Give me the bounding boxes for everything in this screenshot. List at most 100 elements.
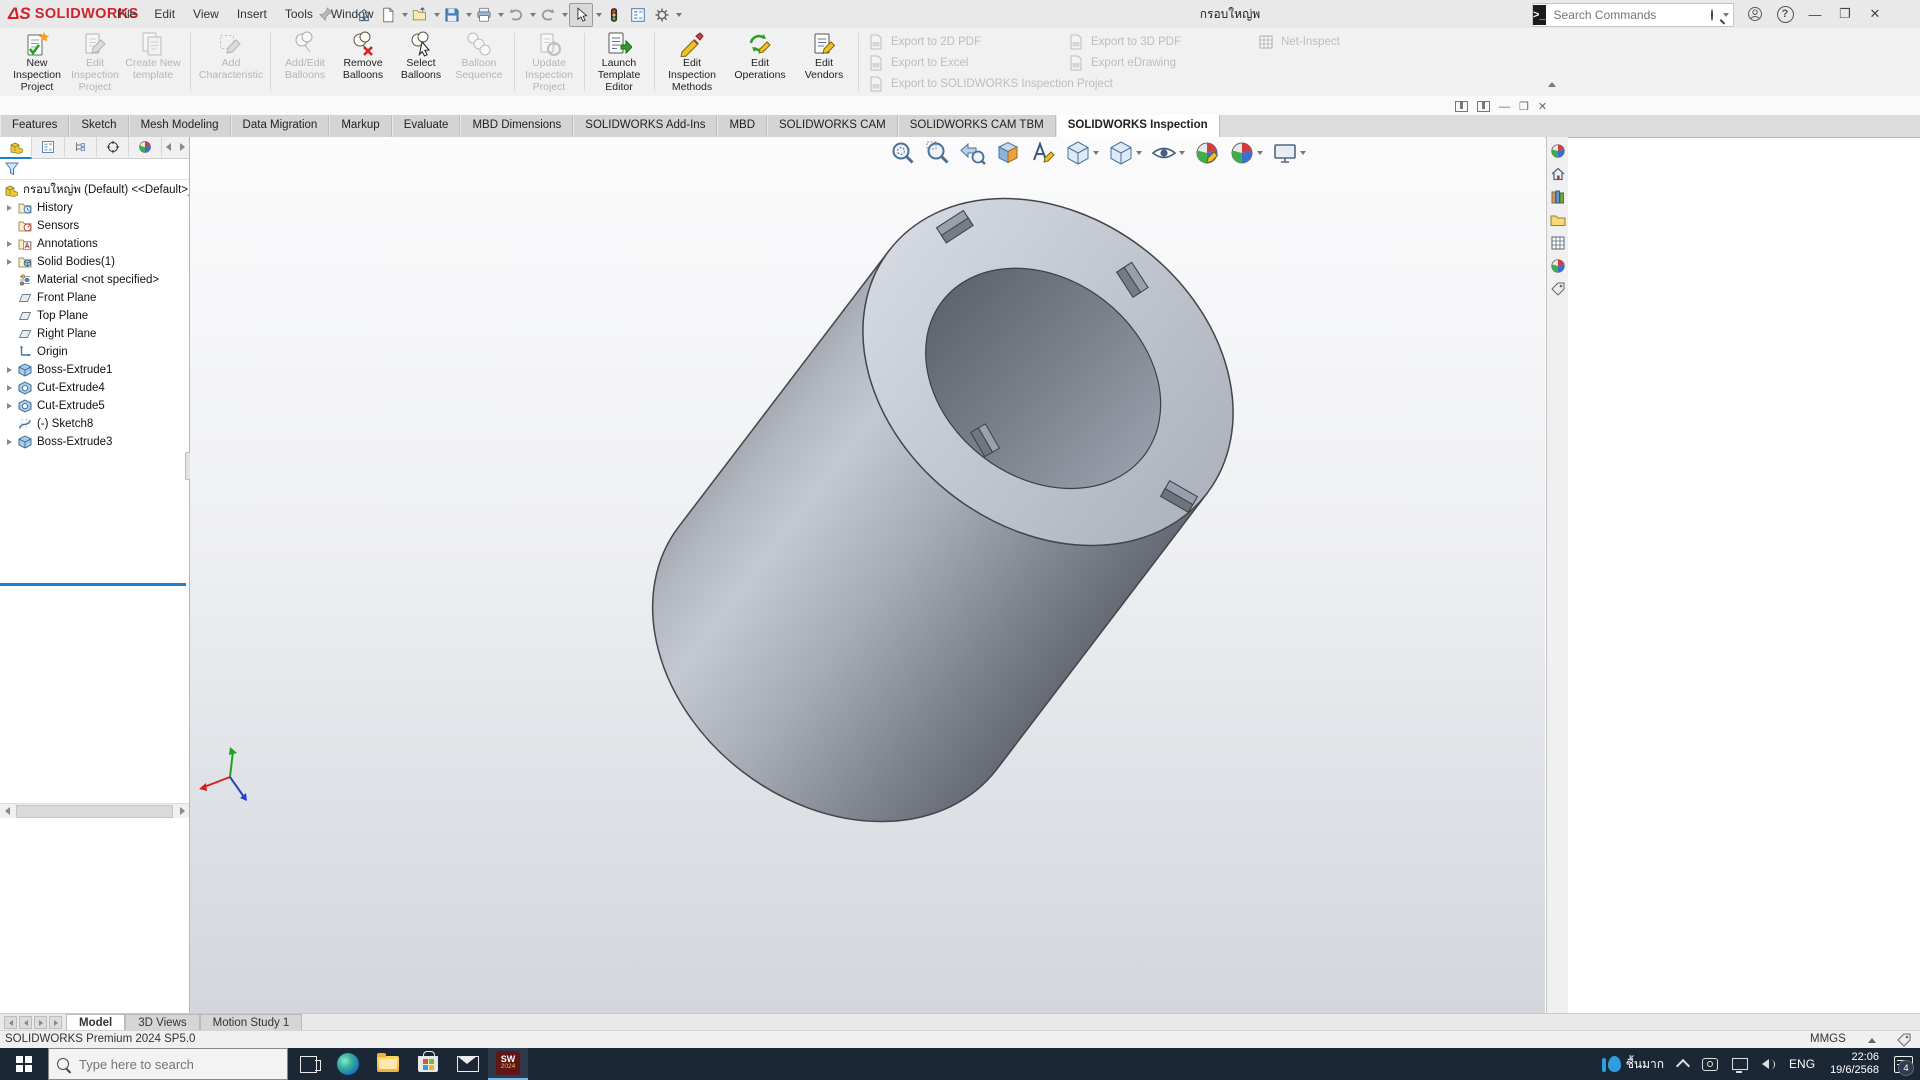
panel-tabs-scroll-left[interactable] (162, 137, 176, 157)
network-icon[interactable] (1725, 1048, 1755, 1080)
tree-item-solid-bodies[interactable]: Solid Bodies(1) (0, 253, 189, 271)
performance-traffic-light-icon[interactable] (603, 4, 625, 26)
propertymanager-tab[interactable] (32, 137, 64, 157)
select-balloons-button[interactable]: Select Balloons (392, 31, 450, 93)
edge-browser-icon[interactable] (328, 1048, 368, 1080)
search-commands-input[interactable] (1552, 7, 1711, 23)
tab-solidworks-inspection[interactable]: SOLIDWORKS Inspection (1056, 115, 1220, 137)
filter-funnel-icon[interactable] (4, 161, 20, 177)
dimxpertmanager-tab[interactable] (97, 137, 129, 157)
tree-item-annotations[interactable]: Annotations (0, 235, 189, 253)
new-inspection-project-button[interactable]: New Inspection Project (8, 31, 66, 93)
tree-item-sketch8[interactable]: (-) Sketch8 (0, 415, 189, 433)
pane-split-right-icon[interactable] (1477, 101, 1490, 112)
design-library-icon[interactable] (1550, 189, 1566, 205)
menu-edit[interactable]: Edit (145, 0, 184, 28)
new-document-button[interactable] (377, 4, 399, 26)
zoom-to-fit-icon[interactable] (890, 140, 916, 166)
tree-item-cut-extrude5[interactable]: Cut-Extrude5 (0, 397, 189, 415)
print-button[interactable] (473, 4, 495, 26)
expand-arrow[interactable] (7, 259, 12, 265)
tab-solidworks-cam-tbm[interactable]: SOLIDWORKS CAM TBM (898, 115, 1056, 137)
search-caret[interactable] (1723, 13, 1729, 17)
view-palette-icon[interactable] (1550, 235, 1566, 251)
tab-mbd-dimensions[interactable]: MBD Dimensions (460, 115, 573, 137)
tree-item-boss-extrude3[interactable]: Boss-Extrude3 (0, 433, 189, 451)
command-search-box[interactable]: >_ (1532, 3, 1734, 27)
last-tab-button[interactable] (49, 1016, 62, 1029)
tree-item-history[interactable]: History (0, 199, 189, 217)
edit-vendors-button[interactable]: Edit Vendors (796, 31, 852, 93)
menu-insert[interactable]: Insert (228, 0, 276, 28)
clock-widget[interactable]: 22:06 19/6/2568 (1822, 1051, 1887, 1076)
display-style-icon[interactable] (1108, 140, 1142, 166)
tab-sketch[interactable]: Sketch (69, 115, 128, 137)
export-to-2d-pdf-button[interactable]: Export to 2D PDF (868, 34, 981, 50)
select-arrow-button[interactable] (569, 3, 593, 27)
restore-button[interactable]: ❐ (1830, 2, 1860, 26)
status-notes-icon[interactable] (1896, 1032, 1912, 1048)
tree-item-origin[interactable]: Origin (0, 343, 189, 361)
redo-caret[interactable] (562, 13, 568, 17)
tab-data-migration[interactable]: Data Migration (231, 115, 330, 137)
save-caret[interactable] (466, 13, 472, 17)
mail-app-icon[interactable] (448, 1048, 488, 1080)
tab-solidworks-add-ins[interactable]: SOLIDWORKS Add-Ins (573, 115, 717, 137)
remove-balloons-button[interactable]: Remove Balloons (334, 31, 392, 93)
custom-properties-icon[interactable] (1550, 281, 1566, 297)
expand-arrow[interactable] (7, 367, 12, 373)
notification-center-button[interactable]: 4 (1887, 1048, 1920, 1080)
tree-item-material[interactable]: Material <not specified> (0, 271, 189, 289)
units-caret[interactable] (1868, 1038, 1876, 1043)
balloon-sequence-button[interactable]: Balloon Sequence (450, 31, 508, 93)
tree-item-right-plane[interactable]: Right Plane (0, 325, 189, 343)
model-3d-cylinder[interactable] (190, 137, 1545, 1013)
menu-tools[interactable]: Tools (276, 0, 322, 28)
tree-root-item[interactable]: กรอบใหญ่พ (Default) <<Default>_Displ (0, 181, 189, 199)
export-to-3d-pdf-button[interactable]: Export to 3D PDF (1068, 34, 1181, 50)
minimize-button[interactable]: — (1800, 2, 1830, 26)
tab-mesh-modeling[interactable]: Mesh Modeling (129, 115, 231, 137)
tree-item-front-plane[interactable]: Front Plane (0, 289, 189, 307)
taskbar-search-input[interactable] (77, 1056, 261, 1073)
meet-now-icon[interactable] (1695, 1048, 1725, 1080)
user-account-icon[interactable] (1740, 2, 1770, 26)
tab-3d-views[interactable]: 3D Views (125, 1014, 199, 1031)
select-caret[interactable] (596, 13, 602, 17)
view-orientation-icon[interactable] (1065, 140, 1099, 166)
weather-widget[interactable]: ชื้นมาก (1595, 1048, 1671, 1080)
tab-mbd[interactable]: MBD (717, 115, 767, 137)
prev-tab-button[interactable] (19, 1016, 32, 1029)
pane-split-left-icon[interactable] (1455, 101, 1468, 112)
redo-button[interactable] (537, 4, 559, 26)
edit-inspection-project-button[interactable]: Edit Inspection Project (66, 31, 124, 93)
options-caret[interactable] (676, 13, 682, 17)
view-settings-icon[interactable] (1272, 140, 1306, 166)
annotation-views-icon[interactable] (1030, 140, 1056, 166)
doc-close-icon[interactable]: ✕ (1538, 100, 1547, 113)
tab-markup[interactable]: Markup (329, 115, 391, 137)
home-button[interactable] (353, 4, 375, 26)
create-new-template-button[interactable]: Create New template (124, 31, 182, 93)
new-document-caret[interactable] (402, 13, 408, 17)
task-pane-list-icon[interactable] (627, 4, 649, 26)
displaymanager-tab[interactable] (129, 137, 161, 157)
export-to-excel-button[interactable]: Export to Excel (868, 55, 968, 71)
tab-evaluate[interactable]: Evaluate (392, 115, 461, 137)
expand-arrow[interactable] (7, 385, 12, 391)
expand-arrow[interactable] (7, 205, 12, 211)
scrollbar-thumb[interactable] (16, 805, 173, 818)
add-edit-balloons-button[interactable]: Add/Edit Balloons (276, 31, 334, 93)
expand-arrow[interactable] (7, 439, 12, 445)
edit-appearance-icon[interactable] (1194, 140, 1220, 166)
tab-model[interactable]: Model (66, 1014, 125, 1031)
tree-filter-bar[interactable] (0, 158, 189, 180)
previous-view-icon[interactable] (960, 140, 986, 166)
units-indicator[interactable]: MMGS (1810, 1033, 1846, 1045)
volume-icon[interactable] (1755, 1048, 1782, 1080)
tree-item-top-plane[interactable]: Top Plane (0, 307, 189, 325)
help-icon[interactable]: ? (1770, 2, 1800, 26)
hide-show-items-icon[interactable] (1151, 140, 1185, 166)
microsoft-store-icon[interactable] (408, 1048, 448, 1080)
start-button[interactable] (0, 1048, 48, 1080)
